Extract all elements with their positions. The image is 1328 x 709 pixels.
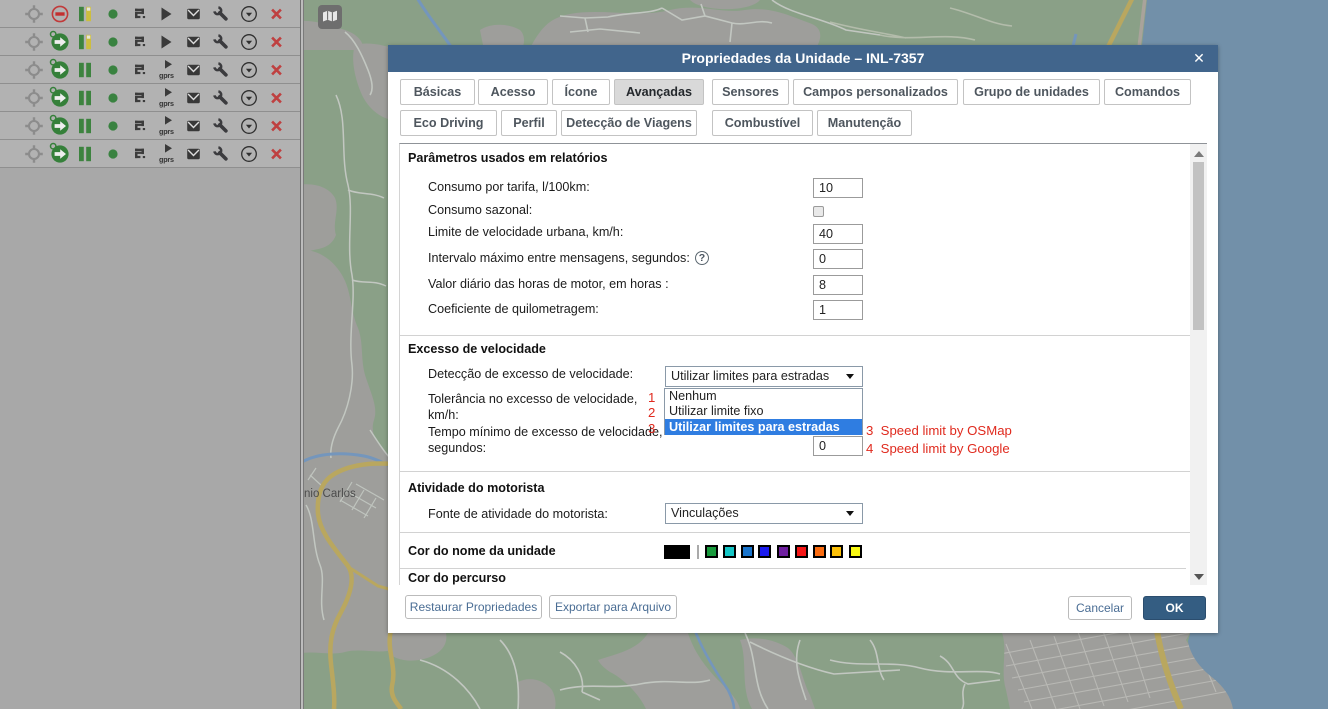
svg-text:nio Carlos: nio Carlos <box>304 488 356 500</box>
